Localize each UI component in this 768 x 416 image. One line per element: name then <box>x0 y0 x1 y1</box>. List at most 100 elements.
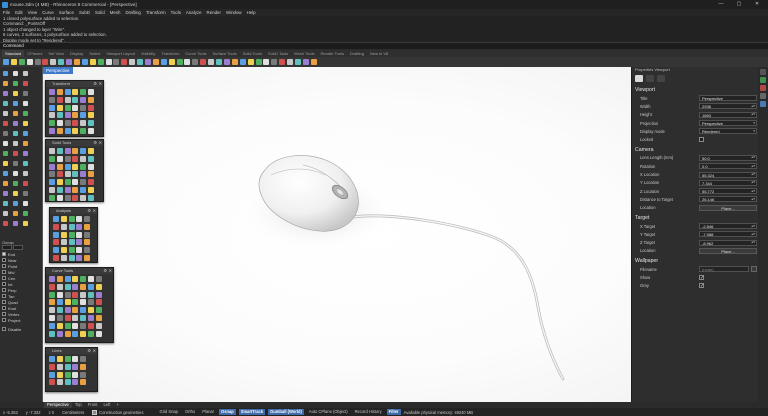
grid-snap-toggle[interactable]: Grid Snap <box>158 409 180 415</box>
tool-icon[interactable] <box>64 276 71 282</box>
tool-icon[interactable] <box>84 223 91 230</box>
tool-icon[interactable] <box>64 330 71 337</box>
tool-icon[interactable] <box>13 191 18 196</box>
osnap-filter-input[interactable] <box>13 245 23 250</box>
osnap-item[interactable]: Project <box>0 317 42 323</box>
tool-icon[interactable] <box>56 322 63 329</box>
tool-icon[interactable] <box>64 96 71 103</box>
ortho-toggle[interactable]: Ortho <box>183 409 197 415</box>
tool-icon[interactable] <box>3 101 8 106</box>
tool-icon[interactable] <box>56 171 63 178</box>
tool-icon[interactable] <box>184 59 191 65</box>
z-location-field[interactable]: 55.772 ▴▾ <box>699 188 757 195</box>
tool-icon[interactable] <box>66 59 73 65</box>
tool-icon[interactable] <box>23 121 28 126</box>
tool-icon[interactable] <box>72 371 79 378</box>
tool-icon[interactable] <box>87 283 94 290</box>
tool-icon[interactable] <box>200 59 207 65</box>
tool-icon[interactable] <box>3 201 8 206</box>
tool-icon[interactable] <box>72 186 79 193</box>
tool-icon[interactable] <box>72 322 79 329</box>
tool-icon[interactable] <box>129 59 136 65</box>
tool-icon[interactable] <box>64 112 71 119</box>
tool-icon[interactable] <box>3 131 8 136</box>
tool-icon[interactable] <box>49 299 55 306</box>
tool-icon[interactable] <box>216 59 223 65</box>
tool-icon[interactable] <box>145 59 152 65</box>
tool-icon[interactable] <box>49 363 55 370</box>
osnap-disable-checkbox[interactable] <box>2 327 6 331</box>
tool-icon[interactable] <box>80 89 87 95</box>
tool-icon[interactable] <box>13 141 18 146</box>
layers-tab-icon[interactable] <box>760 77 766 83</box>
tool-icon[interactable] <box>72 283 79 290</box>
tool-icon[interactable] <box>80 314 87 321</box>
close-icon[interactable]: ✕ <box>93 208 96 214</box>
osnap-checkbox[interactable] <box>2 276 6 280</box>
tool-icon[interactable] <box>255 59 262 65</box>
tool-icon[interactable] <box>60 239 67 246</box>
tool-icon[interactable] <box>23 221 28 226</box>
tool-icon[interactable] <box>3 81 8 86</box>
tool-icon[interactable] <box>87 112 94 119</box>
gumball-toggle[interactable]: Gumball (World) <box>268 409 304 415</box>
tool-icon[interactable] <box>49 186 55 193</box>
osnap-checkbox[interactable] <box>2 312 6 316</box>
tool-icon[interactable] <box>80 379 87 386</box>
tool-icon[interactable] <box>80 356 87 362</box>
osnap-checkbox[interactable] <box>2 294 6 298</box>
tool-icon[interactable] <box>13 161 18 166</box>
tool-icon[interactable] <box>76 254 83 261</box>
tool-icon[interactable] <box>72 163 79 170</box>
tool-icon[interactable] <box>279 59 286 65</box>
display-mode-dropdown[interactable]: Rendered ▾ <box>699 128 757 135</box>
tool-icon[interactable] <box>87 163 94 170</box>
tool-icon[interactable] <box>23 151 28 156</box>
tool-icon[interactable] <box>80 155 87 162</box>
tool-icon[interactable] <box>68 254 75 261</box>
menu-help[interactable]: Help <box>247 10 256 15</box>
tool-icon[interactable] <box>72 96 79 103</box>
tool-icon[interactable] <box>72 89 79 95</box>
filename-field[interactable]: (none) <box>699 266 749 273</box>
tool-icon[interactable] <box>13 171 18 176</box>
tool-icon[interactable] <box>49 89 55 95</box>
tool-icon[interactable] <box>56 127 63 134</box>
tool-icon[interactable] <box>72 363 79 370</box>
title-field[interactable]: Perspective <box>699 95 757 102</box>
tool-icon[interactable] <box>72 276 79 282</box>
tool-icon[interactable] <box>13 131 18 136</box>
tool-icon[interactable] <box>64 299 71 306</box>
tool-icon[interactable] <box>23 201 28 206</box>
pen-icon[interactable] <box>657 75 665 82</box>
tool-icon[interactable] <box>95 322 102 329</box>
tool-icon[interactable] <box>310 59 317 65</box>
tool-icon[interactable] <box>76 239 83 246</box>
tool-icon[interactable] <box>13 181 18 186</box>
tool-icon[interactable] <box>76 223 83 230</box>
close-icon[interactable]: ✕ <box>109 268 112 274</box>
z-target-field[interactable]: -8.962 ▴▾ <box>699 239 757 246</box>
tool-icon[interactable] <box>72 112 79 119</box>
tool-icon[interactable] <box>23 131 28 136</box>
gray-checkbox[interactable] <box>699 283 704 289</box>
tool-icon[interactable] <box>80 104 87 111</box>
tool-icon[interactable] <box>3 211 8 216</box>
tab-transform[interactable]: Transform <box>158 50 182 57</box>
camera-place-button[interactable]: Place... <box>699 204 757 211</box>
viewport-properties-icon[interactable] <box>635 75 643 82</box>
tool-icon[interactable] <box>87 120 94 127</box>
tool-icon[interactable] <box>3 111 8 116</box>
tool-icon[interactable] <box>84 247 91 254</box>
gear-icon[interactable]: ⚙ <box>87 208 91 214</box>
tool-icon[interactable] <box>271 59 278 65</box>
rotation-field[interactable]: 0.0 ▴▾ <box>699 163 757 170</box>
width-field[interactable]: 2938 ▴▾ <box>699 103 757 110</box>
tool-icon[interactable] <box>87 322 94 329</box>
tool-icon[interactable] <box>13 91 18 96</box>
tool-icon[interactable] <box>72 314 79 321</box>
tool-icon[interactable] <box>263 59 270 65</box>
tool-icon[interactable] <box>23 211 28 216</box>
camera-icon[interactable] <box>646 75 654 82</box>
tool-icon[interactable] <box>64 291 71 298</box>
